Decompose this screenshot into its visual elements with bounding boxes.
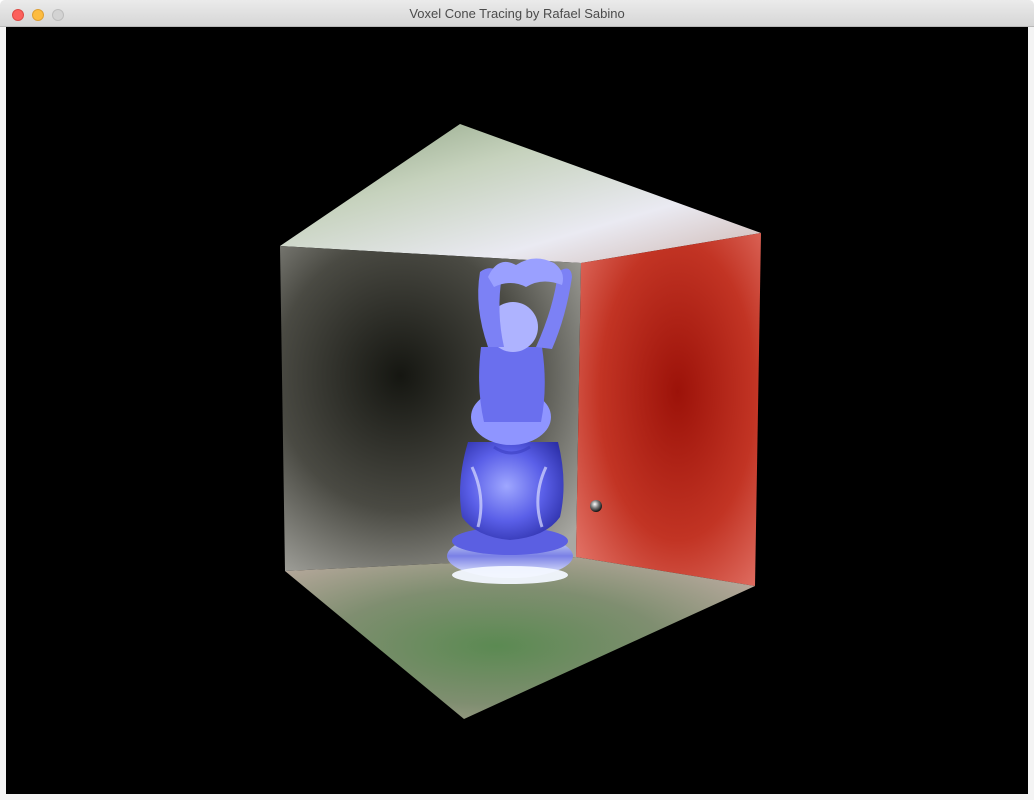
- right-wall: [576, 233, 761, 586]
- ceiling-wall: [280, 124, 761, 263]
- sphere-icon: [590, 500, 602, 512]
- window-title: Voxel Cone Tracing by Rafael Sabino: [409, 6, 625, 21]
- app-window: Voxel Cone Tracing by Rafael Sabino: [0, 0, 1034, 800]
- scene-canvas: [280, 124, 761, 719]
- title-bar[interactable]: Voxel Cone Tracing by Rafael Sabino: [0, 0, 1034, 27]
- render-viewport[interactable]: [6, 27, 1028, 794]
